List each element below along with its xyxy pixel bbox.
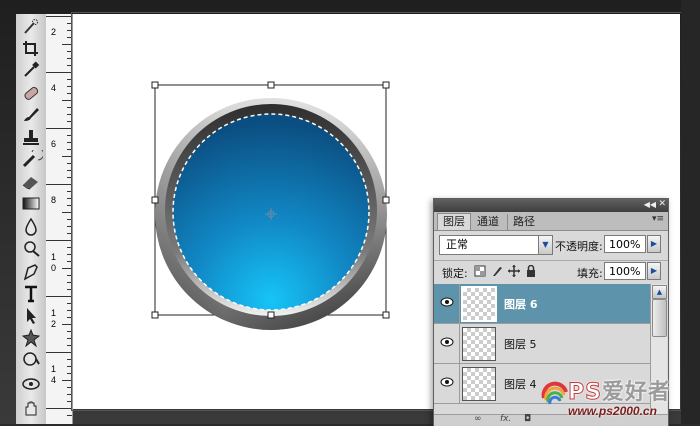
quick-selection-tool-icon[interactable] — [19, 18, 43, 37]
layer-row[interactable]: 图层 5 — [434, 324, 650, 364]
layer-thumbnail — [462, 327, 496, 361]
crop-tool-icon[interactable] — [19, 39, 43, 58]
panel-menu-icon[interactable]: ▾≡ — [652, 214, 664, 224]
ruler-tick — [62, 380, 72, 381]
eye-icon[interactable] — [440, 337, 454, 347]
fill-field[interactable]: 100% — [604, 262, 646, 280]
ruler-label: 8 — [51, 195, 57, 205]
close-icon[interactable]: ✕ — [658, 199, 666, 209]
ruler-tick — [46, 240, 72, 241]
ruler-label: 2 — [51, 27, 57, 37]
tools-panel — [16, 14, 47, 424]
ruler-tick — [46, 128, 72, 129]
panel-tabs: 图层 通道 路径 ▾≡ — [434, 212, 668, 231]
ruler-tick — [46, 184, 72, 185]
ruler-tick — [46, 296, 72, 297]
clone-stamp-tool-icon[interactable] — [19, 128, 43, 147]
ruler-label: 1 0 — [51, 252, 57, 273]
brush-tool-icon[interactable] — [19, 105, 43, 124]
healing-brush-tool-icon[interactable] — [19, 84, 43, 103]
3d-rotate-tool-icon[interactable] — [19, 350, 43, 369]
opacity-slider-button[interactable]: ▶ — [647, 235, 661, 253]
eye-icon[interactable] — [440, 377, 454, 387]
hand-tool-icon[interactable] — [19, 398, 43, 417]
ruler-tick — [46, 352, 72, 353]
lock-label: 锁定: — [442, 267, 468, 280]
type-tool-icon[interactable] — [19, 284, 43, 303]
ruler-label: 4 — [51, 83, 57, 93]
ruler-tick — [62, 44, 72, 45]
lock-image-pixels-icon[interactable] — [491, 265, 503, 277]
lock-row: 锁定: 填充: 100% ▶ — [434, 260, 668, 283]
layer-name: 图层 6 — [504, 298, 538, 311]
ruler-tick — [62, 156, 72, 157]
ruler-label: 1 4 — [51, 364, 57, 385]
fill-slider-button[interactable]: ▶ — [647, 262, 661, 280]
eye-icon[interactable] — [440, 297, 454, 307]
ruler-tick — [46, 72, 72, 73]
ruler-tick — [62, 268, 72, 269]
path-selection-tool-icon[interactable] — [19, 306, 43, 325]
window-edge — [681, 0, 700, 424]
layer-name: 图层 5 — [504, 338, 537, 351]
scroll-up-icon[interactable]: ▲ — [652, 285, 667, 299]
ruler-label: 1 2 — [51, 308, 57, 329]
mask-icon[interactable]: ◘ — [524, 414, 531, 424]
fx-icon[interactable]: fx. — [500, 414, 511, 424]
blend-mode-value: 正常 — [446, 238, 468, 251]
visibility-toggle[interactable] — [434, 284, 460, 323]
dodge-tool-icon[interactable] — [19, 239, 43, 258]
tab-channels[interactable]: 通道 — [472, 214, 504, 230]
vertical-ruler: 2 4 6 8 1 0 1 2 1 4 — [46, 14, 73, 424]
watermark-text: PS爱好者 — [568, 374, 671, 406]
layer-row[interactable]: 图层 6 — [434, 284, 650, 324]
tab-paths[interactable]: 路径 — [507, 214, 540, 230]
watermark-cn: 爱好者 — [601, 380, 671, 405]
ruler-tick — [46, 408, 72, 409]
ruler-tick — [62, 324, 72, 325]
panel-title-bar[interactable]: ◀◀ ✕ — [434, 199, 668, 212]
ruler-label: 6 — [51, 139, 57, 149]
ruler-tick — [46, 16, 72, 17]
ruler-tick — [67, 415, 72, 416]
photoshop-window: 2 4 6 8 1 0 1 2 1 4 ◀◀ ✕ 图层 通道 路径 ▾≡ 正常 … — [0, 0, 700, 426]
scrollbar-thumb[interactable] — [652, 299, 667, 337]
opacity-field[interactable]: 100% — [604, 235, 646, 253]
tab-layers[interactable]: 图层 — [437, 213, 471, 230]
pen-tool-icon[interactable] — [19, 262, 43, 281]
layer-name: 图层 4 — [504, 378, 537, 391]
layer-thumbnail — [462, 367, 496, 401]
blur-tool-icon[interactable] — [19, 217, 43, 236]
history-brush-tool-icon[interactable] — [19, 150, 43, 169]
link-icon[interactable]: ∞ — [474, 414, 482, 424]
ruler-tick — [62, 100, 72, 101]
watermark-logo: PS爱好者 www.ps2000.cn — [540, 372, 696, 422]
blend-mode-select[interactable]: 正常 ▼ — [439, 235, 553, 255]
lock-position-icon[interactable] — [508, 265, 520, 277]
3d-orbit-tool-icon[interactable] — [19, 374, 43, 393]
opacity-label: 不透明度: — [555, 240, 603, 253]
watermark-ps: PS — [568, 380, 602, 406]
custom-shape-tool-icon[interactable] — [19, 328, 43, 347]
visibility-toggle[interactable] — [434, 364, 460, 403]
ruler-tick — [62, 212, 72, 213]
gradient-tool-icon[interactable] — [19, 194, 43, 213]
layer-thumbnail — [461, 286, 497, 322]
collapse-icon[interactable]: ◀◀ — [644, 200, 656, 209]
rainbow-swirl-icon — [541, 381, 568, 405]
watermark-url: www.ps2000.cn — [568, 404, 657, 418]
fill-label: 填充: — [577, 267, 603, 280]
eyedropper-tool-icon[interactable] — [19, 60, 43, 79]
visibility-toggle[interactable] — [434, 324, 460, 363]
chevron-down-icon[interactable]: ▼ — [538, 236, 552, 254]
eraser-tool-icon[interactable] — [19, 172, 43, 191]
lock-transparent-pixels-icon[interactable] — [474, 265, 486, 277]
lock-all-icon[interactable] — [525, 265, 537, 277]
